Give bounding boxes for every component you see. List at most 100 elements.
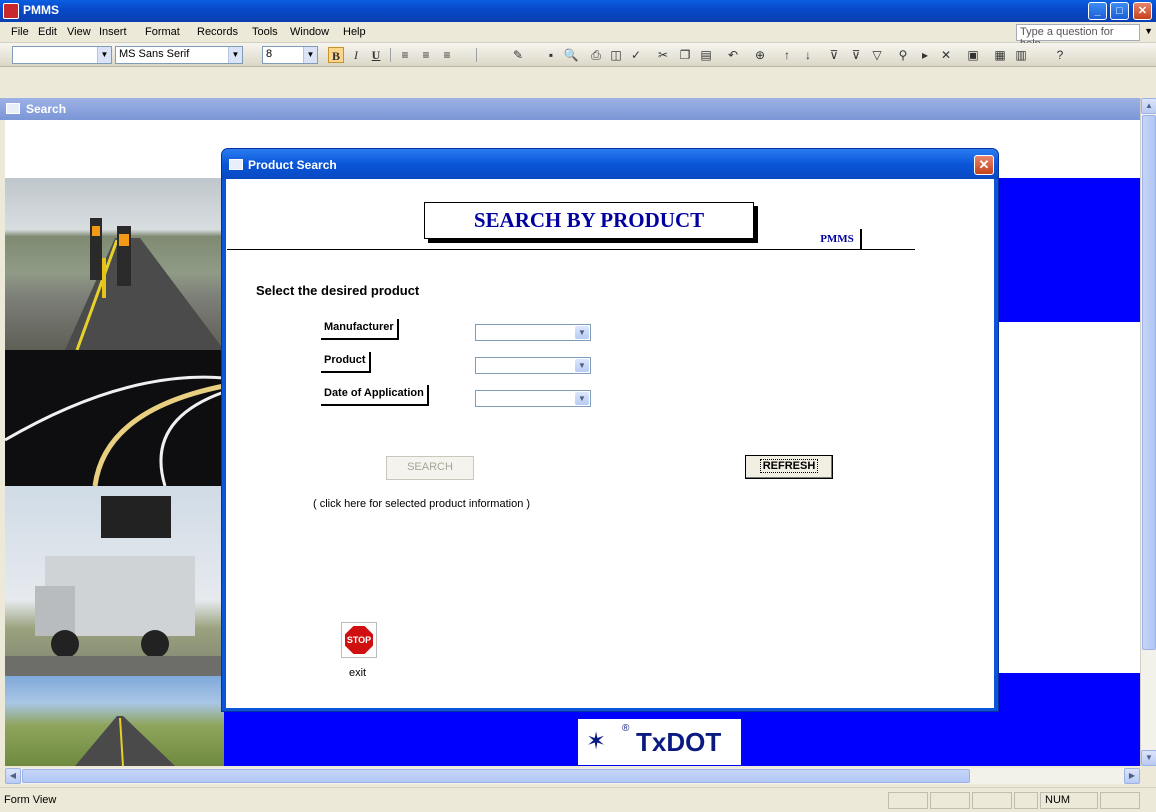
product-dropdown[interactable]: ▼ [475, 357, 591, 374]
close-button[interactable]: ✕ [1133, 2, 1152, 20]
copy-icon[interactable]: ❐ [677, 47, 693, 63]
chevron-down-icon[interactable]: ▼ [575, 359, 589, 372]
vertical-scrollbar[interactable]: ▲ ▼ [1140, 98, 1156, 766]
align-right-icon[interactable]: ≡ [439, 47, 455, 63]
menu-view[interactable]: View [67, 26, 91, 38]
date-of-application-dropdown[interactable]: ▼ [475, 390, 591, 407]
night-road-lines [4, 375, 225, 487]
menu-format[interactable]: Format [145, 26, 180, 38]
product-info-hint: ( click here for selected product inform… [313, 498, 531, 510]
chevron-down-icon[interactable]: ▼ [97, 47, 111, 63]
menu-window[interactable]: Window [290, 26, 329, 38]
font-size-value: 8 [266, 48, 273, 60]
formatting-toolbar: ▼ MS Sans Serif ▼ 8 ▼ B I U ≡ ≡ ≡ ✎ ▪ 🔍 ⎙ … [0, 43, 1156, 67]
file-search-icon[interactable]: 🔍 [563, 47, 579, 63]
search-button[interactable]: SEARCH [386, 456, 474, 480]
menu-insert[interactable]: Insert [99, 26, 127, 38]
txdot-logo: ✶ ® TxDOT [578, 719, 741, 765]
chevron-down-icon[interactable]: ▼ [575, 392, 589, 405]
refresh-button[interactable]: REFRESH [745, 455, 833, 479]
new-record-icon[interactable]: ▸ [917, 47, 933, 63]
manufacturer-dropdown[interactable]: ▼ [475, 324, 591, 341]
maximize-button[interactable]: □ [1110, 2, 1129, 20]
undo-icon[interactable]: ↶ [725, 47, 741, 63]
sort-ascending-icon[interactable]: ↑ [779, 47, 795, 63]
dialog-title: Product Search [248, 158, 337, 172]
menu-bar: File Edit View Insert Format Records Too… [0, 22, 1156, 50]
chevron-down-icon[interactable]: ▼ [575, 326, 589, 339]
status-cell [1100, 792, 1140, 809]
scroll-left-icon[interactable]: ◀ [5, 768, 21, 784]
font-name-value: MS Sans Serif [119, 48, 190, 60]
print-preview-icon[interactable]: ◫ [608, 47, 624, 63]
view-icon[interactable]: ✎ [510, 47, 526, 63]
status-cell [930, 792, 970, 809]
status-cell [888, 792, 928, 809]
scroll-down-icon[interactable]: ▼ [1141, 750, 1156, 766]
vertical-scroll-thumb[interactable] [1142, 115, 1156, 650]
access-app-icon [3, 3, 19, 19]
search-window-title: Search [26, 102, 67, 116]
dialog-title-bar[interactable]: Product Search ✕ [222, 149, 998, 179]
align-center-icon[interactable]: ≡ [418, 47, 434, 63]
menu-tools[interactable]: Tools [252, 26, 278, 38]
help-dropdown-icon[interactable]: ▼ [1144, 26, 1153, 36]
font-name-combo[interactable]: MS Sans Serif ▼ [115, 46, 243, 64]
chevron-down-icon[interactable]: ▼ [228, 47, 242, 63]
dialog-close-button[interactable]: ✕ [974, 155, 994, 175]
print-icon[interactable]: ⎙ [588, 47, 604, 63]
help-search-input[interactable]: Type a question for help [1016, 24, 1140, 50]
title-bar: PMMS _ □ ✕ [0, 0, 1156, 22]
registered-mark: ® [622, 723, 630, 734]
product-search-dialog: Product Search ✕ SEARCH BY PRODUCT PMMS … [221, 148, 999, 712]
delete-record-icon[interactable]: ✕ [938, 47, 954, 63]
stop-exit-button[interactable]: STOP [341, 622, 377, 658]
minimize-button[interactable]: _ [1088, 2, 1107, 20]
spelling-icon[interactable]: ✓ [628, 47, 644, 63]
cut-icon[interactable]: ✂ [655, 47, 671, 63]
road-workers-photo [5, 178, 224, 351]
align-left-icon[interactable]: ≡ [397, 47, 413, 63]
scroll-right-icon[interactable]: ▶ [1124, 768, 1140, 784]
exit-label: exit [349, 667, 367, 679]
num-lock-indicator: NUM [1040, 792, 1098, 809]
sort-descending-icon[interactable]: ↓ [800, 47, 816, 63]
filter-by-form-icon[interactable]: ⊽ [848, 47, 864, 63]
bold-button[interactable]: B [328, 47, 344, 63]
striping-truck-photo [5, 486, 224, 676]
horizontal-scroll-thumb[interactable] [22, 769, 970, 783]
status-cell [972, 792, 1012, 809]
status-bar: Form View NUM [0, 787, 1156, 812]
menu-records[interactable]: Records [197, 26, 238, 38]
txdot-name: TxDOT [636, 727, 722, 757]
search-window-header: Search [0, 98, 1140, 120]
chevron-down-icon[interactable]: ▼ [303, 47, 317, 63]
menu-edit[interactable]: Edit [38, 26, 57, 38]
window-title: PMMS [23, 3, 59, 17]
paste-icon[interactable]: ▤ [698, 47, 714, 63]
scroll-up-icon[interactable]: ▲ [1141, 98, 1156, 114]
find-icon[interactable]: ⚲ [895, 47, 911, 63]
horizontal-scrollbar[interactable]: ◀ ▶ [5, 768, 1140, 784]
apply-filter-icon[interactable]: ▽ [869, 47, 885, 63]
italic-button[interactable]: I [348, 47, 364, 63]
new-object-icon[interactable]: ▥ [1013, 47, 1029, 63]
highway-photo [5, 676, 224, 767]
database-window-icon[interactable]: ▦ [992, 47, 1008, 63]
help-icon[interactable]: ? [1052, 47, 1068, 63]
app-background [0, 67, 1140, 98]
hyperlink-icon[interactable]: ⊕ [752, 47, 768, 63]
save-icon[interactable]: ▪ [543, 47, 559, 63]
object-combo[interactable]: ▼ [12, 46, 112, 64]
menu-help[interactable]: Help [343, 26, 366, 38]
font-size-combo[interactable]: 8 ▼ [262, 46, 318, 64]
form-icon [6, 103, 20, 114]
underline-button[interactable]: U [368, 47, 384, 63]
filter-by-selection-icon[interactable]: ⊽ [826, 47, 842, 63]
menu-file[interactable]: File [11, 26, 29, 38]
properties-icon[interactable]: ▣ [965, 47, 981, 63]
status-view-text: Form View [4, 794, 57, 806]
striping-truck-illustration [5, 496, 224, 676]
toolbar-separator [390, 48, 391, 62]
dialog-body: SEARCH BY PRODUCT PMMS Select the desire… [226, 179, 994, 708]
